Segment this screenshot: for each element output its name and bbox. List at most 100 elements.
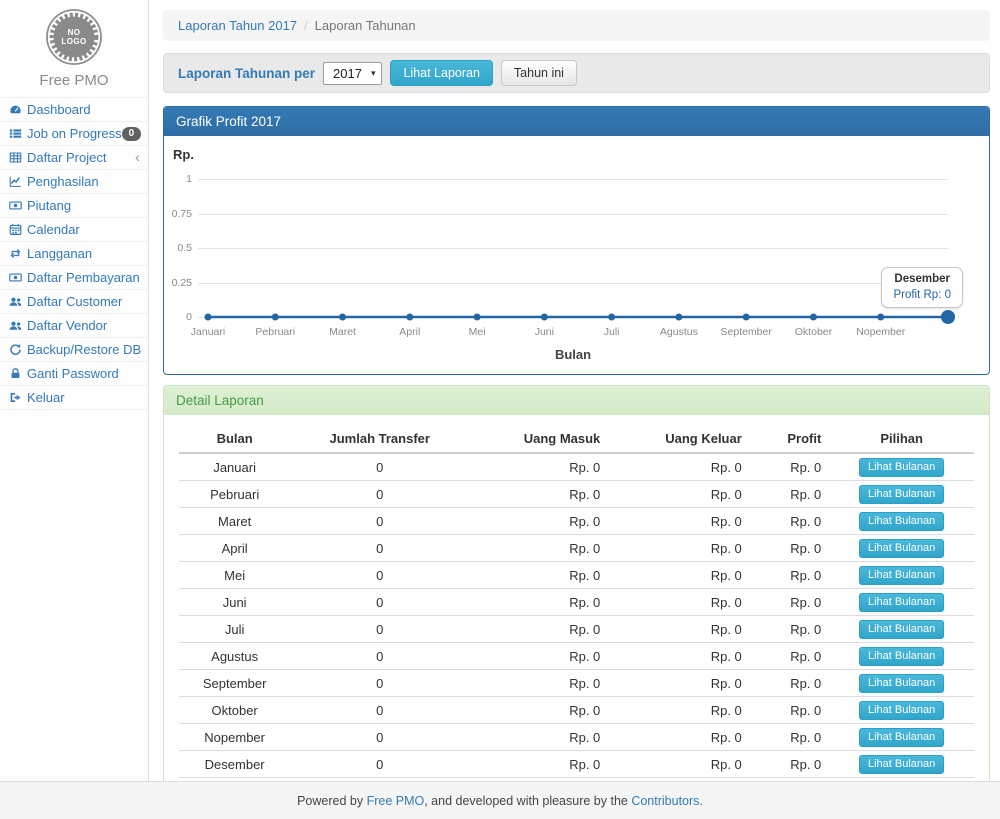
cell-jumlah-transfer: 0 [290,508,469,535]
sidebar-item-dashboard[interactable]: Dashboard [0,97,148,121]
sidebar-item-piutang[interactable]: Piutang [0,193,148,217]
lihat-bulanan-button[interactable]: Lihat Bulanan [859,620,944,639]
table-row: Mei0Rp. 0Rp. 0Rp. 0Lihat Bulanan [179,562,974,589]
lihat-bulanan-button[interactable]: Lihat Bulanan [859,458,944,477]
free-pmo-link[interactable]: Free PMO [367,794,425,808]
cell-pilihan: Lihat Bulanan [829,562,974,589]
cell-uang-masuk: Rp. 0 [469,589,608,616]
cell-uang-masuk: Rp. 0 [469,724,608,751]
cell-profit: Rp. 0 [750,697,830,724]
table-header: BulanJumlah TransferUang MasukUang Kelua… [179,425,974,453]
sidebar-item-label: Dashboard [27,102,140,117]
cell-uang-keluar: Rp. 0 [608,508,750,535]
cell-jumlah-transfer: 0 [290,751,469,778]
sidebar-item-label: Job on Progress [27,126,122,141]
column-header-uang-keluar: Uang Keluar [608,425,750,453]
cell-uang-keluar: Rp. 0 [608,751,750,778]
chart-tooltip: DesemberProfit Rp: 0 [881,267,963,308]
cell-uang-keluar: Rp. 0 [608,535,750,562]
breadcrumb-current: Laporan Tahunan [315,18,416,33]
lihat-bulanan-button[interactable]: Lihat Bulanan [859,647,944,666]
table-row: Maret0Rp. 0Rp. 0Rp. 0Lihat Bulanan [179,508,974,535]
cell-profit: Rp. 0 [750,724,830,751]
sidebar-item-job-on-progress[interactable]: Job on Progress0 [0,121,148,145]
sidebar-item-label: Daftar Customer [27,294,140,309]
lihat-bulanan-button[interactable]: Lihat Bulanan [859,512,944,531]
lihat-bulanan-button[interactable]: Lihat Bulanan [859,755,944,774]
cell-pilihan: Lihat Bulanan [829,481,974,508]
table-row: Pebruari0Rp. 0Rp. 0Rp. 0Lihat Bulanan [179,481,974,508]
dashboard-icon [9,103,22,116]
cell-jumlah-transfer: 0 [290,670,469,697]
cell-profit: Rp. 0 [750,751,830,778]
column-header-jumlah-transfer: Jumlah Transfer [290,425,469,453]
cell-pilihan: Lihat Bulanan [829,724,974,751]
detail-panel-title: Detail Laporan [164,386,989,415]
lihat-bulanan-button[interactable]: Lihat Bulanan [859,728,944,747]
sidebar-item-langganan[interactable]: Langganan [0,241,148,265]
lihat-bulanan-button[interactable]: Lihat Bulanan [859,566,944,585]
sidebar-item-penghasilan[interactable]: Penghasilan [0,169,148,193]
sidebar-item-label: Langganan [27,246,140,261]
chart-panel-title: Grafik Profit 2017 [164,107,989,136]
cell-pilihan: Lihat Bulanan [829,453,974,481]
column-header-uang-masuk: Uang Masuk [469,425,608,453]
report-filter-bar: Laporan Tahunan per 2017 ▾ Lihat Laporan… [163,53,990,93]
cell-bulan: Oktober [179,697,290,724]
cell-profit: Rp. 0 [750,535,830,562]
lihat-bulanan-button[interactable]: Lihat Bulanan [859,485,944,504]
year-select[interactable]: 2017 ▾ [323,62,382,85]
task-list-icon [9,127,22,140]
table-row: September0Rp. 0Rp. 0Rp. 0Lihat Bulanan [179,670,974,697]
sidebar-item-backup-restore-db[interactable]: Backup/Restore DB [0,337,148,361]
breadcrumb-separator: / [304,18,308,33]
table-row: Juli0Rp. 0Rp. 0Rp. 0Lihat Bulanan [179,616,974,643]
detail-panel-body: BulanJumlah TransferUang MasukUang Kelua… [164,415,989,810]
lihat-bulanan-button[interactable]: Lihat Bulanan [859,674,944,693]
sidebar-item-daftar-vendor[interactable]: Daftar Vendor [0,313,148,337]
cell-jumlah-transfer: 0 [290,562,469,589]
tooltip-title: Desember [893,273,951,285]
sidebar-item-daftar-customer[interactable]: Daftar Customer [0,289,148,313]
sidebar-item-keluar[interactable]: Keluar [0,385,148,410]
year-select-value: 2017 [333,66,362,81]
sidebar-item-label: Piutang [27,198,140,213]
chevron-left-icon: ‹ [135,151,140,164]
money-icon [9,199,22,212]
retweet-icon [9,247,22,260]
cell-bulan: September [179,670,290,697]
sidebar-item-label: Backup/Restore DB [27,342,141,357]
breadcrumb-parent-link[interactable]: Laporan Tahun 2017 [178,18,297,33]
footer-middle: , and developed with pleasure by the [424,794,631,808]
sidebar-item-label: Daftar Pembayaran [27,270,140,285]
this-year-button[interactable]: Tahun ini [501,60,577,86]
sidebar-item-calendar[interactable]: Calendar [0,217,148,241]
cell-jumlah-transfer: 0 [290,535,469,562]
cell-uang-masuk: Rp. 0 [469,697,608,724]
cell-pilihan: Lihat Bulanan [829,508,974,535]
cell-jumlah-transfer: 0 [290,697,469,724]
cell-bulan: April [179,535,290,562]
view-report-button[interactable]: Lihat Laporan [390,60,492,86]
monthly-report-table: BulanJumlah TransferUang MasukUang Kelua… [179,425,974,801]
cell-profit: Rp. 0 [750,562,830,589]
table-icon [9,151,22,164]
sidebar-item-label: Keluar [27,390,140,405]
cell-pilihan: Lihat Bulanan [829,643,974,670]
lihat-bulanan-button[interactable]: Lihat Bulanan [859,701,944,720]
lihat-bulanan-button[interactable]: Lihat Bulanan [859,593,944,612]
lihat-bulanan-button[interactable]: Lihat Bulanan [859,539,944,558]
contributors-link[interactable]: Contributors. [631,794,703,808]
sidebar-item-daftar-pembayaran[interactable]: Daftar Pembayaran [0,265,148,289]
profit-line-series [164,136,989,374]
table-row: Nopember0Rp. 0Rp. 0Rp. 0Lihat Bulanan [179,724,974,751]
sidebar-item-label: Ganti Password [27,366,140,381]
sidebar: NO LOGO Free PMO DashboardJob on Progres… [0,0,149,781]
brand-name: Free PMO [0,72,148,89]
x-axis-title: Bulan [198,347,948,362]
cell-bulan: Pebruari [179,481,290,508]
sidebar-item-ganti-password[interactable]: Ganti Password [0,361,148,385]
cell-uang-masuk: Rp. 0 [469,535,608,562]
sidebar-item-daftar-project[interactable]: Daftar Project‹ [0,145,148,169]
column-header-bulan: Bulan [179,425,290,453]
